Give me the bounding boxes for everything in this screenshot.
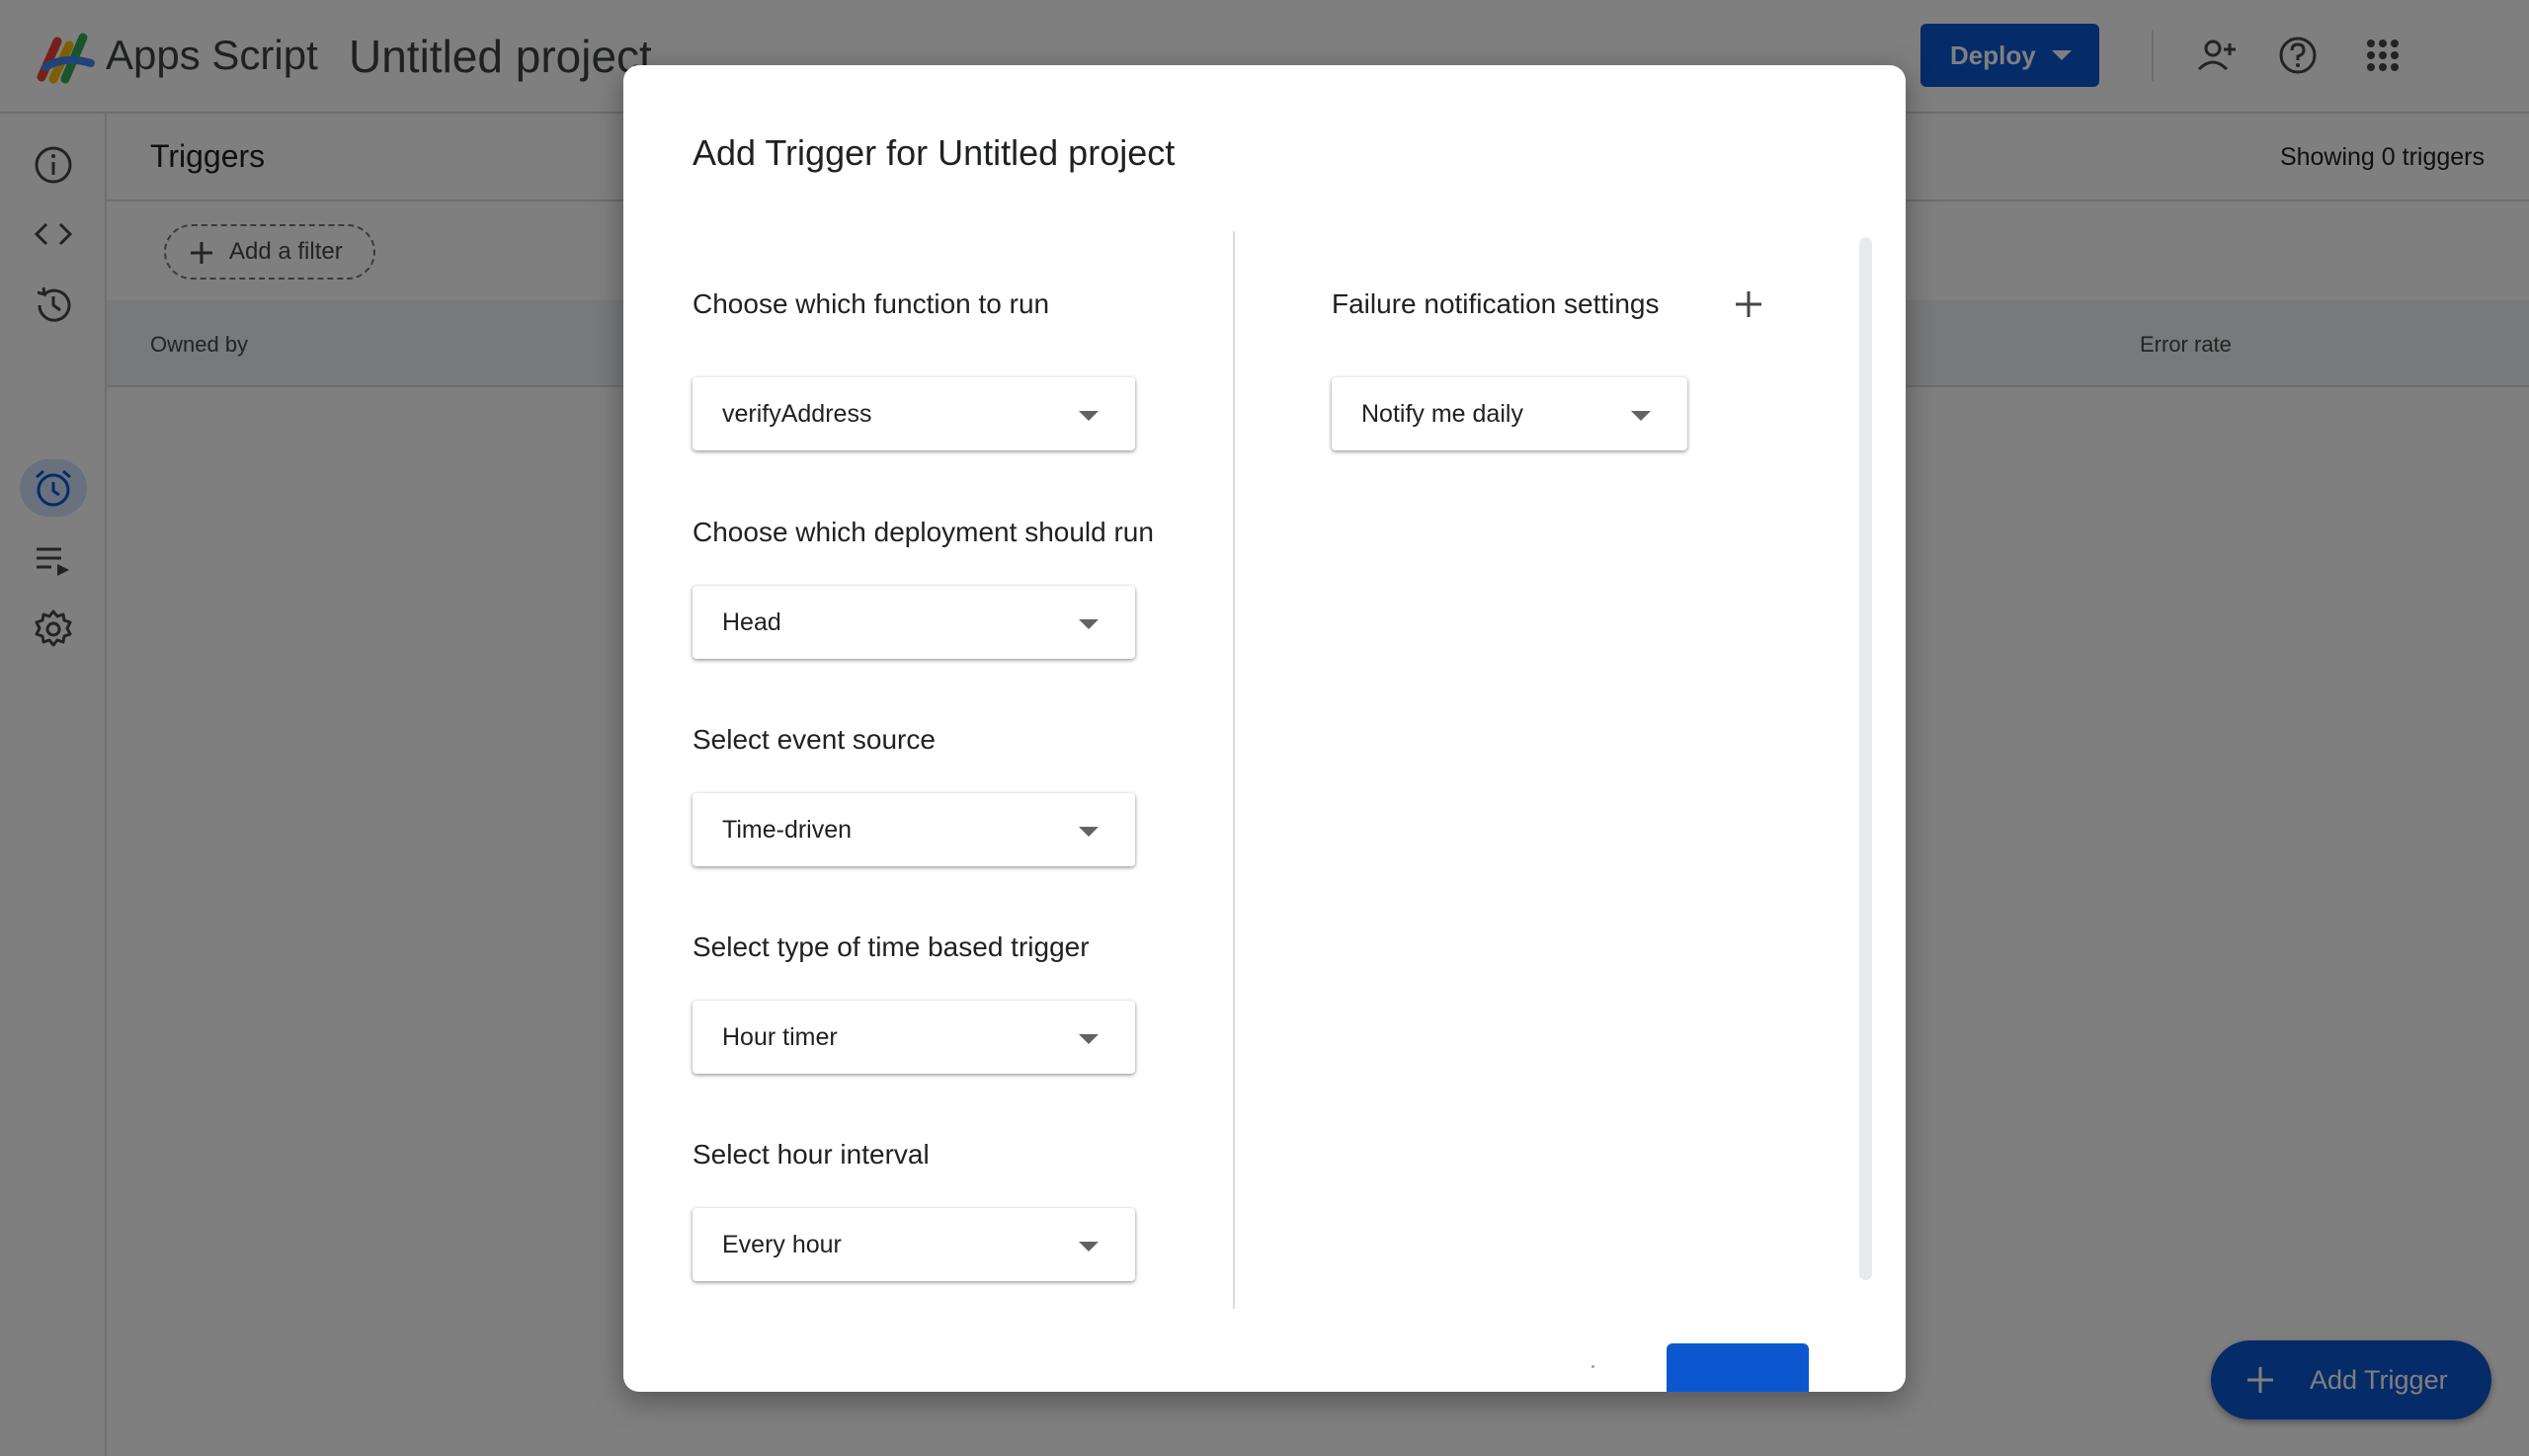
dialog-scrollbar[interactable] [1859, 237, 1872, 1280]
save-button[interactable] [1667, 1343, 1809, 1392]
dialog-title: Add Trigger for Untitled project [693, 132, 1176, 173]
dropdown-arrow-icon [1631, 411, 1651, 421]
trigger-type-select[interactable]: Hour timer [693, 1001, 1135, 1074]
add-trigger-dialog: Add Trigger for Untitled project Choose … [623, 65, 1906, 1392]
failure-notification-select-value: Notify me daily [1361, 399, 1523, 428]
add-notification-plus-icon[interactable] [1733, 288, 1764, 320]
dropdown-arrow-icon [1079, 1242, 1099, 1252]
deployment-select-value: Head [722, 607, 781, 636]
deployment-select[interactable]: Head [693, 586, 1135, 659]
failure-notification-select[interactable]: Notify me daily [1332, 377, 1687, 450]
trigger-type-label: Select type of time based trigger [693, 931, 1090, 962]
dropdown-arrow-icon [1079, 827, 1099, 837]
event-source-label: Select event source [693, 724, 936, 755]
trigger-type-select-value: Hour timer [722, 1022, 838, 1051]
cancel-button-fragment[interactable] [1591, 1365, 1594, 1368]
hour-interval-select-value: Every hour [722, 1230, 842, 1258]
dropdown-arrow-icon [1079, 619, 1099, 629]
deployment-label: Choose which deployment should run [693, 517, 1154, 547]
event-source-select[interactable]: Time-driven [693, 793, 1135, 866]
function-select-value: verifyAddress [722, 399, 872, 428]
hour-interval-label: Select hour interval [693, 1139, 930, 1170]
event-source-select-value: Time-driven [722, 815, 853, 844]
dropdown-arrow-icon [1079, 411, 1099, 421]
failure-notification-label: Failure notification settings [1332, 288, 1660, 319]
hour-interval-select[interactable]: Every hour [693, 1208, 1135, 1281]
function-label: Choose which function to run [693, 288, 1050, 319]
dropdown-arrow-icon [1079, 1034, 1099, 1044]
column-divider [1233, 231, 1235, 1309]
function-select[interactable]: verifyAddress [693, 377, 1135, 450]
